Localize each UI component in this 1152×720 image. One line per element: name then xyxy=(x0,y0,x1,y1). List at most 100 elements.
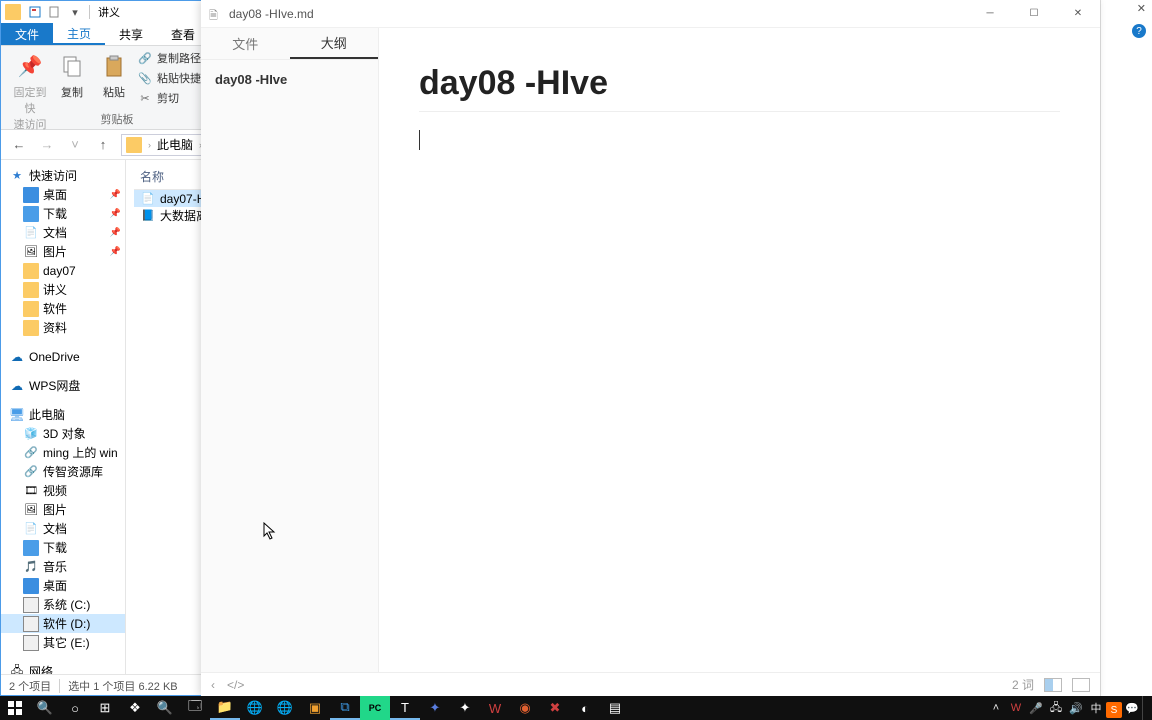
taskbar-vscode[interactable]: ⧉ xyxy=(330,696,360,720)
nav-thispc[interactable]: 🖥此电脑 xyxy=(1,405,125,424)
taskview-button[interactable]: ⊞ xyxy=(90,696,120,720)
taskbar-app[interactable]: ◐ xyxy=(570,696,600,720)
editor-area[interactable]: day08 -HIve xyxy=(379,28,1100,672)
nav-ziliao[interactable]: 资料 xyxy=(1,318,125,337)
tray-chevron-up-icon[interactable]: ˄ xyxy=(986,696,1006,720)
taskbar-app[interactable]: ✖ xyxy=(540,696,570,720)
tab-share[interactable]: 共享 xyxy=(105,23,157,45)
nav-pictures[interactable]: 🖼图片📌 xyxy=(1,242,125,261)
typora-titlebar[interactable]: 🗎 day08 -HIve.md ─ ☐ ✕ xyxy=(201,0,1100,28)
documents-icon: 📄 xyxy=(23,225,39,241)
nav-3dobjects[interactable]: 🧊3D 对象 xyxy=(1,424,125,443)
show-desktop-button[interactable] xyxy=(1142,696,1148,720)
drive-icon xyxy=(23,616,39,632)
cut-icon: ✂ xyxy=(137,90,153,106)
downloads-icon xyxy=(23,540,39,556)
search-button[interactable]: 🔍 xyxy=(30,696,60,720)
maximize-button[interactable]: ☐ xyxy=(1012,0,1056,28)
nav-wps[interactable]: ☁WPS网盘 xyxy=(1,376,125,395)
tray-mic-icon[interactable]: 🎤 xyxy=(1026,696,1046,720)
nav-desk2[interactable]: 桌面 xyxy=(1,576,125,595)
nav-othere[interactable]: 其它 (E:) xyxy=(1,633,125,652)
nav-ming[interactable]: 🔗ming 上的 win xyxy=(1,443,125,462)
video-icon: 🎞 xyxy=(23,483,39,499)
star-icon: ★ xyxy=(9,168,25,184)
outline-item[interactable]: day08 -HIve xyxy=(201,60,378,99)
word-count[interactable]: 2 词 xyxy=(1012,676,1034,693)
taskbar-app[interactable]: ❖ xyxy=(120,696,150,720)
nav-chuanzhi[interactable]: 🔗传智资源库 xyxy=(1,462,125,481)
taskbar-chrome[interactable]: 🌐 xyxy=(240,696,270,720)
view-mode-icon[interactable] xyxy=(1044,678,1062,692)
qat-dropdown-icon[interactable]: ▾ xyxy=(67,4,83,20)
taskbar-app[interactable]: ▣ xyxy=(300,696,330,720)
taskbar-app[interactable]: W xyxy=(480,696,510,720)
paste-icon xyxy=(98,50,130,82)
start-button[interactable] xyxy=(0,696,30,720)
tray-icon[interactable]: W xyxy=(1006,696,1026,720)
recent-dropdown[interactable]: ˅ xyxy=(61,133,89,157)
pin-icon: 📌 xyxy=(110,208,121,219)
nav-down2[interactable]: 下载 xyxy=(1,538,125,557)
nav-pics2[interactable]: 🖼图片 xyxy=(1,500,125,519)
taskbar-app[interactable]: ✦ xyxy=(420,696,450,720)
up-button[interactable]: ↑ xyxy=(89,133,117,157)
back-button[interactable]: ← xyxy=(5,133,33,157)
nav-software[interactable]: 软件 xyxy=(1,299,125,318)
navigation-pane[interactable]: ★快速访问 桌面📌 下载📌 📄文档📌 🖼图片📌 day07 讲义 软件 资料 ☁… xyxy=(1,160,126,674)
tab-file[interactable]: 文件 xyxy=(1,23,53,45)
taskbar-app[interactable]: ▤ xyxy=(600,696,630,720)
view-mode-icon[interactable] xyxy=(1072,678,1090,692)
breadcrumb-pc[interactable]: 此电脑 xyxy=(153,136,197,153)
nav-desktop[interactable]: 桌面📌 xyxy=(1,185,125,204)
tray-network-icon[interactable]: 🖧 xyxy=(1046,696,1066,720)
source-mode-icon[interactable]: </> xyxy=(227,678,244,692)
taskbar-app[interactable]: ◉ xyxy=(510,696,540,720)
separator xyxy=(89,5,90,19)
nav-video[interactable]: 🎞视频 xyxy=(1,481,125,500)
nav-onedrive[interactable]: ☁OneDrive xyxy=(1,347,125,366)
nav-downloads[interactable]: 下载📌 xyxy=(1,204,125,223)
taskbar-app[interactable]: 🗔 xyxy=(180,696,210,720)
forward-button[interactable]: → xyxy=(33,133,61,157)
taskbar-app[interactable]: 🔍 xyxy=(150,696,180,720)
music-icon: 🎵 xyxy=(23,559,39,575)
nav-music[interactable]: 🎵音乐 xyxy=(1,557,125,576)
tab-home[interactable]: 主页 xyxy=(53,23,105,45)
taskbar-typora[interactable]: T xyxy=(390,696,420,720)
nav-sysc[interactable]: 系统 (C:) xyxy=(1,595,125,614)
close-button[interactable]: ✕ xyxy=(1056,0,1100,28)
heading-1[interactable]: day08 -HIve xyxy=(419,64,1060,112)
taskbar-pycharm[interactable]: PC xyxy=(360,696,390,720)
nav-day07[interactable]: day07 xyxy=(1,261,125,280)
help-icon[interactable]: ? xyxy=(1132,24,1146,38)
cloud-icon: ☁ xyxy=(9,349,25,365)
word-file-icon: 📘 xyxy=(140,208,156,224)
nav-network[interactable]: 🖧网络 xyxy=(1,662,125,674)
chevron-right-icon[interactable]: › xyxy=(146,140,153,150)
taskbar-explorer[interactable]: 📁 xyxy=(210,696,240,720)
cortana-button[interactable]: ○ xyxy=(60,696,90,720)
folder-icon xyxy=(23,301,39,317)
tray-volume-icon[interactable]: 🔊 xyxy=(1066,696,1086,720)
tab-files[interactable]: 文件 xyxy=(201,28,290,59)
tray-notifications-icon[interactable]: 💬 xyxy=(1122,696,1142,720)
tray-sogou-icon[interactable]: S xyxy=(1106,702,1122,718)
separator xyxy=(59,679,60,693)
nav-left-icon[interactable]: ‹ xyxy=(211,678,215,692)
nav-softd[interactable]: 软件 (D:) xyxy=(1,614,125,633)
close-icon[interactable]: ✕ xyxy=(1137,2,1146,15)
windows-taskbar[interactable]: 🔍 ○ ⊞ ❖ 🔍 🗔 📁 🌐 🌐 ▣ ⧉ PC T ✦ ✦ W ◉ ✖ ◐ ▤… xyxy=(0,696,1152,720)
tray-ime-icon[interactable]: 中 xyxy=(1086,696,1106,720)
nav-quick-access[interactable]: ★快速访问 xyxy=(1,166,125,185)
nav-jiangyi[interactable]: 讲义 xyxy=(1,280,125,299)
taskbar-edge[interactable]: 🌐 xyxy=(270,696,300,720)
tab-outline[interactable]: 大纲 xyxy=(290,28,379,59)
taskbar-app[interactable]: ✦ xyxy=(450,696,480,720)
qat-properties-icon[interactable] xyxy=(27,4,43,20)
nav-documents[interactable]: 📄文档📌 xyxy=(1,223,125,242)
folder-icon xyxy=(126,137,142,153)
minimize-button[interactable]: ─ xyxy=(968,0,1012,28)
qat-new-icon[interactable] xyxy=(47,4,63,20)
nav-docs2[interactable]: 📄文档 xyxy=(1,519,125,538)
